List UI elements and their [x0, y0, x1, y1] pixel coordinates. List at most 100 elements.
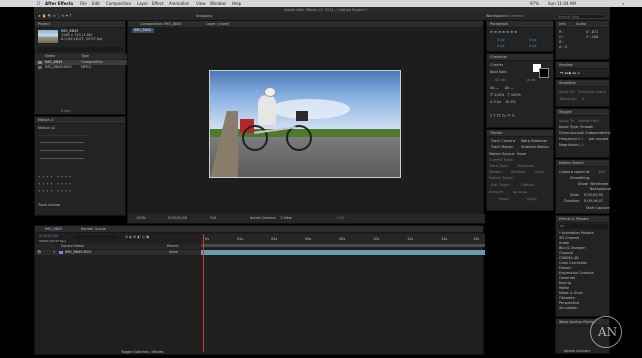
effects-item[interactable]: Generate: [559, 276, 575, 281]
capture-speed-value[interactable]: 100: [598, 170, 605, 175]
leading[interactable]: Auto: [527, 78, 535, 83]
warp-stabilizer-button[interactable]: Warp Stabilizer: [521, 139, 547, 144]
magnitude-value[interactable]: 1.0: [578, 143, 584, 148]
effects-item[interactable]: Matte: [559, 286, 569, 291]
effects-search-input[interactable]: ρ▾: [559, 224, 608, 229]
dimensions-dropdown[interactable]: All Independently: [580, 131, 611, 136]
font-style-dropdown[interactable]: Bold Italic: [490, 70, 507, 75]
motion-options-grid[interactable]: ⚬ ⚬ ⚬ ⚬ ⚬ ⚬ ⚬ ⚬ ⚬ ⚬ ⚬ ⚬ ⚬ ⚬ ⚬ ⚬ ⚬ ⚬ ⚬ ⚬ …: [38, 175, 124, 197]
ignore-anchors-label[interactable]: Ignore Anchors: [564, 349, 590, 354]
space-before[interactable]: 0 px: [497, 44, 505, 49]
playback-controls[interactable]: ⏮ ◂◂ ▶ ▸▸ ⏭: [560, 71, 580, 76]
effects-item[interactable]: Noise & Grain: [559, 291, 583, 296]
breadcrumb[interactable]: IMG_8845: [132, 28, 154, 33]
character-tab[interactable]: Character: [490, 55, 507, 60]
motion-source-dropdown[interactable]: None: [517, 152, 526, 157]
slider-track[interactable]: [40, 158, 84, 159]
paragraph-tab[interactable]: Paragraph: [490, 22, 508, 27]
character-rows[interactable]: VA — AV —: [490, 86, 514, 91]
motion-tab[interactable]: Motion 2: [38, 118, 53, 123]
effects-item[interactable]: CINEMA 4D: [559, 256, 579, 261]
tolerance-value[interactable]: 1: [582, 97, 584, 102]
layer-label-color[interactable]: [59, 251, 63, 254]
menu-window[interactable]: Window: [210, 1, 226, 6]
stroke-color-swatch[interactable]: [539, 68, 549, 78]
resolution-dropdown[interactable]: Full: [210, 216, 216, 221]
effects-item[interactable]: 3D Channel: [559, 236, 579, 241]
indent-left[interactable]: 0 px: [497, 38, 505, 43]
project-search-field[interactable]: [38, 47, 124, 52]
timeline-tab[interactable]: IMG_8845: [45, 227, 62, 232]
layer-row[interactable]: 👁 1 IMG_8845.MOV None: [35, 250, 201, 255]
space-after[interactable]: 0 px: [529, 44, 537, 49]
effects-item[interactable]: * Animation Presets: [559, 231, 594, 236]
effects-item[interactable]: Color Correction: [559, 261, 587, 266]
wiggler-apply-dropdown[interactable]: Spatial Path: [578, 119, 599, 124]
menu-effect[interactable]: Effect: [152, 1, 164, 6]
effects-item[interactable]: Blur & Sharpen: [559, 246, 586, 251]
menu-help[interactable]: Help: [232, 1, 241, 6]
menu-composition[interactable]: Composition: [106, 1, 131, 6]
character-rows[interactable]: A 0 px ⁂ 0%: [490, 100, 516, 105]
apple-icon[interactable]: : [37, 1, 40, 6]
search-help-box[interactable]: Search Help: [554, 14, 606, 19]
effects-item[interactable]: Keying: [559, 281, 571, 286]
layer-name[interactable]: IMG_8845.MOV: [65, 250, 92, 255]
time-ruler[interactable]: 0s 02s 04s 06s 08s 10s 12s 14s 16s: [201, 234, 485, 244]
col-type[interactable]: Type: [81, 54, 89, 59]
motion-preset-label[interactable]: Motion v2: [38, 126, 55, 131]
parent-dropdown[interactable]: None: [169, 250, 178, 255]
noise-type-dropdown[interactable]: Smooth: [580, 125, 594, 130]
app-name-menu[interactable]: After Effects: [45, 1, 73, 6]
project-tab[interactable]: Project: [38, 22, 50, 27]
wave-anchor-tab[interactable]: Wave Anchor Points: [559, 320, 594, 325]
menu-layer[interactable]: Layer: [137, 1, 148, 6]
preview-tab[interactable]: Preview: [559, 63, 573, 68]
audio-tab[interactable]: Audio: [576, 22, 586, 27]
timeline-switch-icons[interactable]: ⚙ ◐ ⊞ ◧ ◎ ▣: [125, 235, 149, 240]
background-checkbox[interactable]: Background: [590, 187, 611, 192]
frequency-value[interactable]: 5.0: [578, 137, 584, 142]
apply-button[interactable]: Apply: [527, 197, 537, 202]
current-time[interactable]: 0;00;00;00: [168, 216, 187, 221]
effects-item[interactable]: Distort: [559, 266, 571, 271]
timeline-search[interactable]: [75, 235, 115, 240]
current-time-indicator[interactable]: [203, 234, 204, 352]
option-icons[interactable]: ⚬ ⚬ ⚬ ⚬ ⚬ ⚬ ⚬ ⚬: [38, 175, 71, 180]
effects-item[interactable]: Expression Controls: [559, 271, 594, 276]
reset-button[interactable]: Reset: [499, 197, 509, 202]
start-capture-button[interactable]: Start Capture: [586, 206, 610, 211]
edit-target-button[interactable]: Edit Target...: [491, 183, 513, 188]
info-tab[interactable]: Info: [559, 22, 566, 27]
camera-dropdown[interactable]: Active Camera: [250, 216, 276, 221]
scale-checkbox[interactable]: Scale: [535, 170, 544, 175]
character-rows[interactable]: IT 100% T 100%: [490, 93, 521, 98]
visibility-icon[interactable]: 👁: [37, 250, 41, 255]
text-style-buttons[interactable]: T T TT Tт T¹ T₁: [490, 114, 515, 119]
menu-edit[interactable]: Edit: [92, 1, 100, 6]
search-icon[interactable]: ⌕: [622, 1, 624, 6]
smoother-tab[interactable]: Smoother: [559, 81, 576, 86]
indent-right[interactable]: 0 px: [529, 38, 537, 43]
layer-tab[interactable]: Layer: (none): [206, 22, 229, 27]
effects-item[interactable]: Obsolete: [559, 296, 575, 301]
workspace-value[interactable]: Animation: [506, 14, 524, 19]
tracker-tab[interactable]: Tracker: [490, 131, 503, 136]
slider-track[interactable]: [40, 150, 84, 151]
motion-sketch-tab[interactable]: Motion Sketch: [559, 161, 584, 166]
exposure-value[interactable]: +0.0: [336, 216, 345, 221]
col-name[interactable]: Name: [45, 54, 55, 59]
col-parent[interactable]: Parent: [167, 244, 178, 249]
effects-item[interactable]: Channel: [559, 251, 573, 256]
smoother-apply-dropdown[interactable]: Temporal Graph: [578, 90, 606, 95]
effects-item[interactable]: Audio: [559, 241, 569, 246]
font-size[interactable]: 52 px: [495, 78, 505, 83]
motion-controls[interactable]: [38, 135, 90, 174]
render-queue-tab[interactable]: Render Queue: [81, 227, 106, 232]
position-checkbox[interactable]: Position: [489, 170, 503, 175]
work-area-bar[interactable]: [201, 244, 485, 247]
option-icons[interactable]: ⚬ ⚬ ⚬ ⚬ ⚬ ⚬ ⚬ ⚬: [38, 182, 71, 187]
view-dropdown[interactable]: 1 View: [280, 216, 292, 221]
layer-duration-bar[interactable]: [201, 250, 485, 255]
menu-view[interactable]: View: [196, 1, 206, 6]
